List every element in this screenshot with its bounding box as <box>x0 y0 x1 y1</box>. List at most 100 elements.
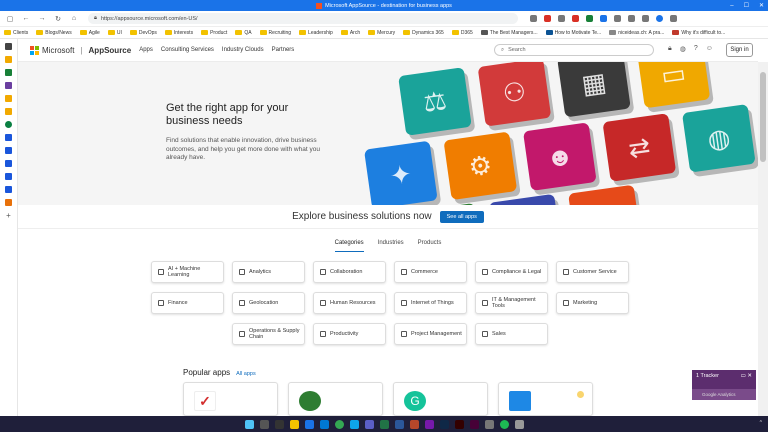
bookmark-link[interactable]: niceideas.ch: A pra... <box>609 30 664 36</box>
feedback-icon[interactable]: ☺ <box>706 45 713 53</box>
tab-favicon-icon[interactable] <box>5 134 12 141</box>
bookmark-folder[interactable]: QA <box>235 30 252 36</box>
category-card[interactable]: Productivity <box>313 323 386 345</box>
all-apps-link[interactable]: All apps <box>236 371 256 377</box>
tab-favicon-icon[interactable] <box>5 173 12 180</box>
app-card[interactable]: G <box>393 382 488 416</box>
spotify-icon[interactable] <box>499 419 509 429</box>
app-card[interactable] <box>288 382 383 416</box>
category-card[interactable]: IT & Management Tools <box>475 292 548 314</box>
tab-favicon-icon[interactable] <box>5 199 12 206</box>
photoshop-icon[interactable] <box>439 419 449 429</box>
read-aloud-icon[interactable] <box>530 15 537 22</box>
extension-grey-icon[interactable] <box>558 15 565 22</box>
app-icon[interactable] <box>514 419 524 429</box>
category-card[interactable]: AI + Machine Learning <box>151 261 224 283</box>
category-card[interactable]: Internet of Things <box>394 292 467 314</box>
back-icon[interactable]: ← <box>20 13 32 25</box>
category-card[interactable]: Customer Service <box>556 261 629 283</box>
tab-favicon-icon[interactable] <box>5 147 12 154</box>
system-tray[interactable]: ^ <box>760 420 762 426</box>
refresh-icon[interactable]: ↻ <box>52 13 64 25</box>
search-icon[interactable] <box>259 419 269 429</box>
tab-favicon-icon[interactable] <box>5 56 12 63</box>
brand-name[interactable]: Microsoft <box>42 46 74 55</box>
app-icon[interactable] <box>484 419 494 429</box>
bookmark-folder[interactable]: Dynamics 365 <box>403 30 444 36</box>
extension-red-icon[interactable] <box>544 15 551 22</box>
page-scrollbar[interactable] <box>758 62 768 416</box>
bookmark-link[interactable]: Why it's difficult to... <box>672 30 725 36</box>
bookmark-folder[interactable]: Agile <box>79 30 100 36</box>
tab-panel-icon[interactable] <box>5 43 12 50</box>
bookmark-folder[interactable]: Interests <box>164 30 193 36</box>
category-card[interactable]: Geolocation <box>232 292 305 314</box>
tabs-icon[interactable]: ▢ <box>4 13 16 25</box>
profile-avatar-icon[interactable] <box>656 15 663 22</box>
address-bar[interactable]: 🔒︎ https://appsource.microsoft.com/en-US… <box>88 13 518 24</box>
tab-favicon-icon[interactable] <box>5 160 12 167</box>
home-icon[interactable]: ⌂ <box>68 13 80 25</box>
adobe-xd-icon[interactable] <box>469 419 479 429</box>
category-card[interactable]: Compliance & Legal <box>475 261 548 283</box>
tab-industries[interactable]: Industries <box>378 240 404 252</box>
app-card[interactable] <box>498 382 593 416</box>
task-view-icon[interactable] <box>274 419 284 429</box>
maximize-button[interactable]: ☐ <box>744 2 749 9</box>
app-icon[interactable] <box>349 419 359 429</box>
more-icon[interactable] <box>670 15 677 22</box>
tab-favicon-icon[interactable] <box>5 82 12 89</box>
collections-icon[interactable] <box>642 15 649 22</box>
bookmark-folder[interactable]: Recruiting <box>259 30 291 36</box>
tracker-widget[interactable]: 1 Tracker ▭ ✕ Google Analytics <box>692 370 756 400</box>
scrollbar-thumb[interactable] <box>760 72 766 162</box>
powerpoint-icon[interactable] <box>409 419 419 429</box>
bookmark-folder[interactable]: D365 <box>451 30 473 36</box>
word-icon[interactable] <box>394 419 404 429</box>
teams-icon[interactable] <box>364 419 374 429</box>
tab-favicon-icon[interactable] <box>5 69 12 76</box>
category-card[interactable]: Project Management <box>394 323 467 345</box>
nav-apps[interactable]: Apps <box>139 47 153 53</box>
close-button[interactable]: ✕ <box>759 2 764 9</box>
tab-favicon-icon[interactable] <box>5 186 12 193</box>
category-card[interactable]: Commerce <box>394 261 467 283</box>
category-card[interactable]: Marketing <box>556 292 629 314</box>
tracker-controls-icon[interactable]: ▭ ✕ <box>741 373 752 379</box>
minimize-button[interactable]: – <box>730 3 733 9</box>
nav-partners[interactable]: Partners <box>272 47 295 53</box>
category-card[interactable]: Collaboration <box>313 261 386 283</box>
globe-icon[interactable]: ◍ <box>680 45 686 53</box>
search-input[interactable]: ⌕ Search <box>494 44 654 56</box>
tab-favicon-icon[interactable] <box>5 108 12 115</box>
forward-icon[interactable]: → <box>36 13 48 25</box>
start-icon[interactable] <box>244 419 254 429</box>
tab-favicon-icon[interactable] <box>5 95 12 102</box>
help-icon[interactable]: ? <box>694 45 698 53</box>
product-name[interactable]: AppSource <box>89 46 132 55</box>
nav-consulting-services[interactable]: Consulting Services <box>161 47 214 53</box>
favorites-icon[interactable] <box>628 15 635 22</box>
new-tab-icon[interactable]: + <box>5 212 12 220</box>
extension-blue-icon[interactable] <box>600 15 607 22</box>
nav-industry-clouds[interactable]: Industry Clouds <box>222 47 264 53</box>
edge-icon[interactable] <box>304 419 314 429</box>
tab-favicon-icon[interactable] <box>5 121 12 128</box>
onenote-icon[interactable] <box>424 419 434 429</box>
category-card[interactable]: Human Resources <box>313 292 386 314</box>
category-card[interactable]: Analytics <box>232 261 305 283</box>
tab-categories[interactable]: Categories <box>334 240 364 252</box>
bookmark-folder[interactable]: Arch <box>340 30 360 36</box>
chrome-icon[interactable] <box>334 419 344 429</box>
microsoft-logo-icon[interactable] <box>30 45 39 55</box>
category-card[interactable]: Operations & Supply Chain <box>232 323 305 345</box>
extension-red2-icon[interactable] <box>572 15 579 22</box>
bookmark-link[interactable]: The Best Managers... <box>480 30 538 36</box>
bookmark-folder[interactable]: Blogs/News <box>36 30 72 36</box>
category-card[interactable]: Finance <box>151 292 224 314</box>
mail-icon[interactable] <box>319 419 329 429</box>
bookmark-folder[interactable]: Leadership <box>299 30 333 36</box>
bookmark-folder[interactable]: Clients <box>4 30 28 36</box>
bookmark-folder[interactable]: UI <box>107 30 122 36</box>
tab-products[interactable]: Products <box>418 240 442 252</box>
